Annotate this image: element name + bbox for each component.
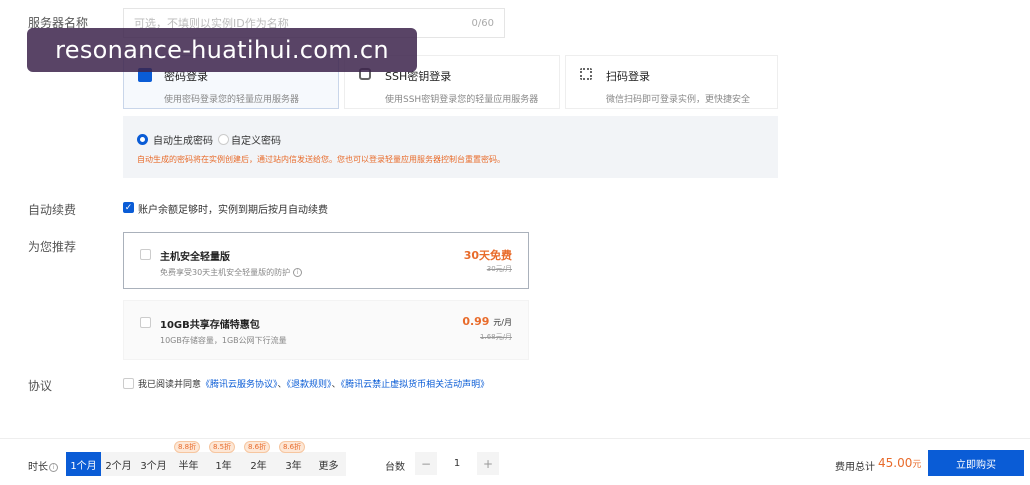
server-name-counter: 0/60 <box>471 17 494 29</box>
duration-label-text: 半年 <box>178 460 199 472</box>
recommend-label: 为您推荐 <box>28 240 77 254</box>
agreement-checkbox[interactable] <box>123 378 134 389</box>
agreement-prefix: 我已阅读并同意 <box>138 380 202 390</box>
duration-option-3m[interactable]: 3个月 <box>136 452 171 476</box>
duration-label-text: 3个月 <box>140 460 167 472</box>
quantity-label: 台数 <box>385 462 405 473</box>
password-options-panel: 自动生成密码 自定义密码 自动生成的密码将在实例创建后，通过站内信发送给您。您也… <box>123 116 778 178</box>
recommend-original-price: 1.68元/月 <box>480 333 512 341</box>
agreement-label: 协议 <box>28 379 53 393</box>
recommend-price: 30天免费 <box>463 249 512 262</box>
login-method-desc: 使用密码登录您的轻量应用服务器 <box>164 95 300 105</box>
radio-custom-password[interactable] <box>218 134 229 145</box>
info-icon[interactable]: i <box>49 462 58 472</box>
duration-option-1y[interactable]: 8.5折 1年 <box>206 441 241 476</box>
recommend-title: 10GB共享存储特惠包 <box>160 320 260 331</box>
total-cost-amount: 45.00 <box>878 456 913 470</box>
total-cost-value: 45.00元 <box>878 456 921 470</box>
quantity-input[interactable]: 1 <box>437 452 477 475</box>
duration-label-text: 时长 <box>28 462 48 473</box>
login-method-title: 扫码登录 <box>606 70 650 83</box>
duration-label-text: 2个月 <box>105 460 132 472</box>
recommend-desc: 10GB存储容量，1GB公网下行流量 <box>160 336 287 345</box>
discount-badge: 8.6折 <box>244 441 271 453</box>
recommend-price: 0.99 元/月 <box>462 315 512 328</box>
agreement-text: 我已阅读并同意《腾讯云服务协议》、《退款规则》、《腾讯云禁止虚拟货币相关活动声明… <box>138 377 489 390</box>
password-hint: 自动生成的密码将在实例创建后，通过站内信发送给您。您也可以登录轻量应用服务器控制… <box>137 155 505 164</box>
duration-option-1m[interactable]: 1个月 <box>66 452 101 476</box>
refund-rules-link[interactable]: 《退款规则》 <box>287 380 332 390</box>
total-cost-label: 费用总计 <box>835 462 875 473</box>
watermark-banner: resonance-huatihui.com.cn <box>27 28 417 72</box>
service-agreement-link[interactable]: 《腾讯云服务协议》 <box>201 380 278 390</box>
total-cost-unit: 元 <box>912 460 922 470</box>
recommend-desc-text: 免费享受30天主机安全轻量版的防护 <box>160 268 291 277</box>
login-method-qr[interactable]: 扫码登录 微信扫码即可登录实例，更快捷安全 <box>565 55 778 109</box>
agreement-separator: 、 <box>331 380 341 390</box>
recommend-original-price: 30元/月 <box>486 265 512 273</box>
auto-renew-checkbox[interactable]: ✓ <box>123 202 134 213</box>
qr-code-icon <box>580 68 592 80</box>
duration-label-text: 1个月 <box>70 460 97 472</box>
auto-renew-text: 账户余额足够时，实例到期后按月自动续费 <box>138 205 328 216</box>
discount-badge: 8.6折 <box>279 441 306 453</box>
duration-option-2y[interactable]: 8.6折 2年 <box>241 441 276 476</box>
recommend-price-value: 0.99 <box>462 315 490 328</box>
recommend-desc: 免费享受30天主机安全轻量版的防护 i <box>160 267 303 278</box>
duration-label-text: 1年 <box>215 460 232 472</box>
login-method-desc: 使用SSH密钥登录您的轻量应用服务器 <box>385 95 539 105</box>
crypto-statement-link[interactable]: 《腾讯云禁止虚拟货币相关活动声明》 <box>341 380 490 390</box>
discount-badge: 8.5折 <box>209 441 236 453</box>
duration-option-more[interactable]: 更多 <box>311 452 346 476</box>
auto-renew-label: 自动续费 <box>28 203 77 217</box>
login-method-desc: 微信扫码即可登录实例，更快捷安全 <box>606 95 751 105</box>
info-icon[interactable]: i <box>293 268 303 277</box>
recommend-item-storage[interactable]: 10GB共享存储特惠包 10GB存储容量，1GB公网下行流量 0.99 元/月 … <box>123 300 529 360</box>
radio-auto-password[interactable] <box>137 134 148 145</box>
recommend-title: 主机安全轻量版 <box>160 252 230 263</box>
quantity-plus-button[interactable]: + <box>477 452 499 475</box>
duration-option-6m[interactable]: 8.8折半年 <box>171 441 206 476</box>
recommend-item-host-security[interactable]: 主机安全轻量版 免费享受30天主机安全轻量版的防护 i 30天免费 30元/月 <box>123 232 529 289</box>
radio-custom-label: 自定义密码 <box>231 136 281 147</box>
quantity-stepper: − 1 + <box>415 452 499 475</box>
duration-option-3y[interactable]: 8.6折 3年 <box>276 441 311 476</box>
buy-now-button[interactable]: 立即购买 <box>928 450 1024 476</box>
duration-label-text: 3年 <box>285 460 302 472</box>
duration-label: 时长 i <box>28 458 58 473</box>
recommend-checkbox[interactable] <box>140 249 151 260</box>
duration-label-text: 更多 <box>318 460 339 472</box>
recommend-price-unit: 元/月 <box>493 318 512 327</box>
radio-auto-label: 自动生成密码 <box>153 136 213 147</box>
duration-option-2m[interactable]: 2个月 <box>101 452 136 476</box>
agreement-separator: 、 <box>277 380 287 390</box>
recommend-checkbox[interactable] <box>140 317 151 328</box>
duration-options: 1个月 2个月 3个月 8.8折 半年 8.5折 1年 8.6折 2年 8.6折 3年 … <box>66 441 346 476</box>
duration-label-text: 2年 <box>250 460 267 472</box>
quantity-minus-button[interactable]: − <box>415 452 437 475</box>
discount-badge: 8.8折 <box>174 441 201 453</box>
